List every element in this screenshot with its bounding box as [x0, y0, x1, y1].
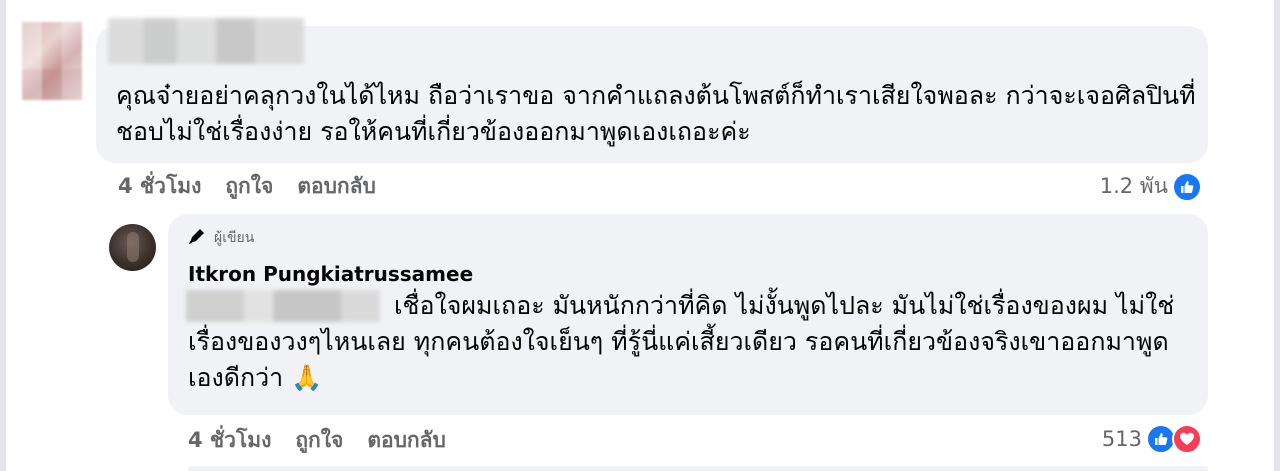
author-badge: ผู้เขียน	[188, 227, 254, 249]
author-badge-label: ผู้เขียน	[214, 230, 255, 246]
next-comment-edge	[188, 466, 1208, 471]
reply-reactions[interactable]: 513	[1102, 424, 1202, 454]
reply-like-button[interactable]: ถูกใจ	[295, 424, 343, 457]
reply-reply-button[interactable]: ตอบกลับ	[367, 424, 446, 457]
comment-reactions[interactable]: 1.2 พัน	[1100, 170, 1202, 203]
reply-reaction-count: 513	[1101, 427, 1142, 451]
left-border	[0, 0, 6, 471]
pen-icon	[188, 227, 208, 249]
comment-actions: 4 ชั่วโมง ถูกใจ ตอบกลับ	[118, 170, 376, 203]
right-border	[1274, 0, 1280, 471]
reply-author-name[interactable]: Itkron Pungkiatrussamee	[188, 262, 473, 286]
reply-timestamp[interactable]: 4 ชั่วโมง	[188, 424, 271, 457]
comment-reply-button[interactable]: ตอบกลับ	[297, 170, 376, 203]
comment-reaction-count: 1.2 พัน	[1099, 174, 1168, 198]
like-icon	[1172, 171, 1202, 202]
comment-timestamp[interactable]: 4 ชั่วโมง	[118, 170, 201, 203]
comment-text: คุณจ๋ายอย่าคลุกวงในได้ไหม ถือว่าเราขอ จา…	[116, 81, 1196, 146]
commenter-avatar[interactable]	[22, 22, 82, 100]
reply-actions: 4 ชั่วโมง ถูกใจ ตอบกลับ	[188, 424, 446, 457]
love-icon	[1172, 424, 1202, 454]
author-avatar[interactable]	[109, 224, 156, 271]
commenter-name-blurred[interactable]	[108, 18, 304, 64]
reply-text: เชื่อใจผมเถอะ มันหนักกว่าที่คิด ไม่งั้นพ…	[188, 291, 1175, 392]
comment-like-button[interactable]: ถูกใจ	[225, 170, 273, 203]
